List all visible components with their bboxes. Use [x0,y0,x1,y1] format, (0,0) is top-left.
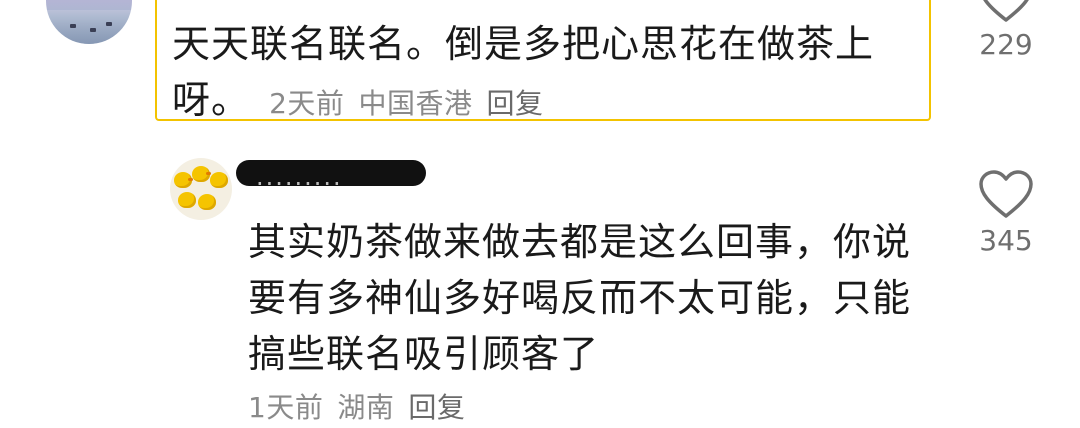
comment-time: 2天前 [269,87,345,120]
avatar[interactable] [46,0,132,44]
avatar[interactable] [170,158,232,220]
comment-location: 湖南 [337,391,395,424]
username-text: ········· [256,170,343,198]
like-button[interactable]: 345 [966,170,1046,257]
heart-outline-icon [979,170,1033,218]
comment-meta: 1天前 湖南 回复 [248,386,465,426]
avatar-image-detail [188,178,193,181]
avatar-image-detail [70,24,76,28]
heart-outline-icon [983,0,1029,22]
avatar-image-detail [206,172,211,175]
comment-body[interactable]: 天天联名联名。倒是多把心思花在做茶上呀。 2天前 中国香港 回复 [172,16,902,128]
reply-button[interactable]: 回复 [408,391,465,424]
comment-location: 中国香港 [358,87,473,120]
comment-body[interactable]: 其实奶茶做来做去都是这么回事，你说要有多神仙多好喝反而不太可能，只能搞些联名吸引… [248,214,948,382]
reply-button[interactable]: 回复 [486,87,543,120]
comment-meta: 2天前 中国香港 回复 [255,87,543,120]
like-count: 345 [979,224,1033,257]
like-button[interactable]: 229 [966,0,1046,61]
avatar-image-detail [178,192,196,208]
avatar-image-detail [198,194,216,210]
comment-time: 1天前 [248,391,324,424]
avatar-image-detail [210,172,228,188]
avatar-image-detail [90,28,96,32]
comment-text: 其实奶茶做来做去都是这么回事，你说要有多神仙多好喝反而不太可能，只能搞些联名吸引… [248,220,912,376]
username[interactable]: ········· [236,158,426,198]
like-count: 229 [979,28,1033,61]
avatar-image-detail [46,9,132,44]
avatar-image-detail [106,22,112,26]
